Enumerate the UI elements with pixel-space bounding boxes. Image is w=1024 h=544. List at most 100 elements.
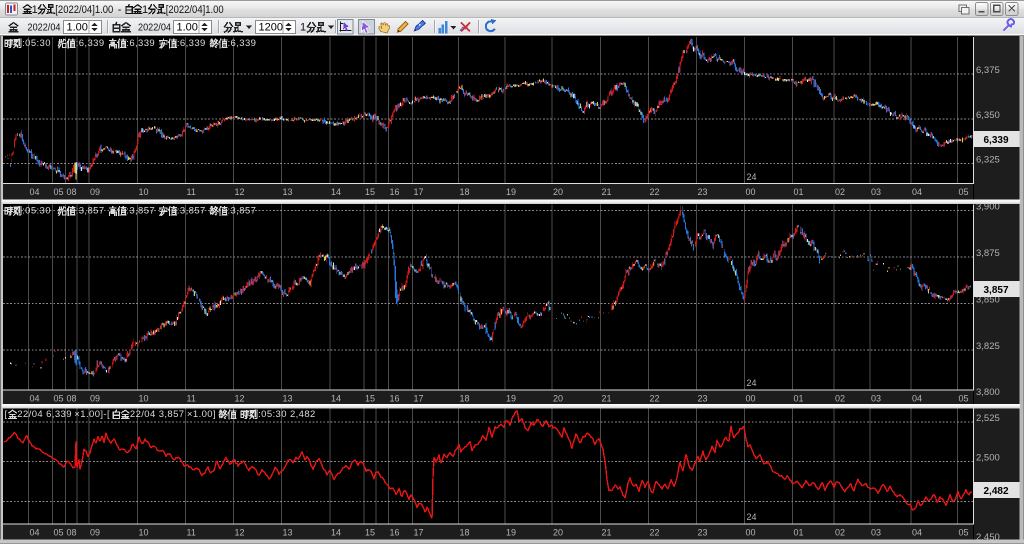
svg-text:08: 08 <box>67 187 77 197</box>
svg-text:21: 21 <box>602 187 612 197</box>
svg-text:2,500: 2,500 <box>976 452 1000 463</box>
svg-text:13: 13 <box>283 528 293 538</box>
svg-text:17: 17 <box>414 528 424 538</box>
svg-text:05: 05 <box>54 528 64 538</box>
svg-text:04: 04 <box>912 187 922 197</box>
svg-text:16: 16 <box>390 394 400 404</box>
svg-text:03: 03 <box>871 528 881 538</box>
svg-text:21: 21 <box>602 394 612 404</box>
svg-text:10: 10 <box>139 528 149 538</box>
svg-text:2,525: 2,525 <box>976 413 1000 424</box>
svg-text:22: 22 <box>650 528 660 538</box>
svg-text:23: 23 <box>698 187 708 197</box>
svg-text:04: 04 <box>30 394 40 404</box>
svg-text:18: 18 <box>460 187 470 197</box>
svg-text:02: 02 <box>835 394 845 404</box>
svg-text::3,857: :3,857 <box>76 206 105 217</box>
svg-text:14: 14 <box>331 528 341 538</box>
svg-text:3,825: 3,825 <box>976 341 1000 352</box>
svg-text:09: 09 <box>90 528 100 538</box>
svg-text:18: 18 <box>460 528 470 538</box>
svg-text:21: 21 <box>602 528 612 538</box>
svg-text:2022/04: 2022/04 <box>28 22 61 34</box>
svg-text:6,325: 6,325 <box>976 155 1000 166</box>
svg-text::3,857: :3,857 <box>177 206 206 217</box>
svg-text:10: 10 <box>139 187 149 197</box>
svg-text:03: 03 <box>871 187 881 197</box>
svg-text:24: 24 <box>747 512 757 522</box>
svg-text:11: 11 <box>187 394 196 404</box>
svg-text:1: 1 <box>32 4 38 16</box>
svg-text:1.00]-[: 1.00]-[ <box>80 409 110 420</box>
svg-text::6,339: :6,339 <box>228 38 257 49</box>
svg-text::05:30: :05:30 <box>22 38 51 49</box>
svg-text:19: 19 <box>506 394 516 404</box>
svg-text:00: 00 <box>746 528 756 538</box>
svg-text:1.00: 1.00 <box>67 22 88 34</box>
svg-text:[2022/04]1.00: [2022/04]1.00 <box>55 4 113 16</box>
svg-text:02: 02 <box>835 528 845 538</box>
svg-text:11: 11 <box>187 528 196 538</box>
svg-text:2,482: 2,482 <box>983 486 1008 497</box>
svg-text:14: 14 <box>331 394 341 404</box>
svg-text:05: 05 <box>959 528 969 538</box>
svg-text:11: 11 <box>187 187 196 197</box>
svg-text:22: 22 <box>650 394 660 404</box>
svg-text:01: 01 <box>794 187 804 197</box>
svg-text:15: 15 <box>365 187 375 197</box>
svg-text:15: 15 <box>365 394 375 404</box>
svg-text:03: 03 <box>871 394 881 404</box>
svg-text:05: 05 <box>54 187 64 197</box>
svg-text:05: 05 <box>959 187 969 197</box>
svg-text:1200: 1200 <box>259 22 283 34</box>
svg-text:24: 24 <box>747 378 757 388</box>
svg-text:3,857: 3,857 <box>983 285 1008 296</box>
svg-text:16: 16 <box>390 187 400 197</box>
svg-text:1: 1 <box>142 4 148 16</box>
svg-text:01: 01 <box>794 394 804 404</box>
svg-text:12: 12 <box>235 187 245 197</box>
svg-text:13: 13 <box>283 394 293 404</box>
svg-text:02: 02 <box>835 187 845 197</box>
svg-text:20: 20 <box>553 528 563 538</box>
svg-text:12: 12 <box>235 394 245 404</box>
svg-text:[2022/04]1.00: [2022/04]1.00 <box>166 4 224 16</box>
svg-text:2022/04: 2022/04 <box>138 22 171 34</box>
svg-text:17: 17 <box>414 187 424 197</box>
svg-text:2,450: 2,450 <box>976 532 1000 543</box>
svg-text:12: 12 <box>235 528 245 538</box>
svg-text::05:30 2,482: :05:30 2,482 <box>258 409 316 420</box>
svg-text:04: 04 <box>912 528 922 538</box>
svg-text:04: 04 <box>30 187 40 197</box>
svg-text:17: 17 <box>414 394 424 404</box>
svg-text:01: 01 <box>794 528 804 538</box>
svg-text:[: [ <box>5 409 8 420</box>
svg-text:10: 10 <box>139 394 149 404</box>
svg-text:22: 22 <box>650 187 660 197</box>
svg-text::6,339: :6,339 <box>126 38 155 49</box>
svg-text:20: 20 <box>553 187 563 197</box>
svg-text::3,857: :3,857 <box>126 206 155 217</box>
svg-text:19: 19 <box>506 187 516 197</box>
svg-text:6,339: 6,339 <box>983 135 1008 146</box>
svg-text::3,857: :3,857 <box>228 206 257 217</box>
svg-text:00: 00 <box>746 394 756 404</box>
svg-text:08: 08 <box>67 528 77 538</box>
svg-text:13: 13 <box>283 187 293 197</box>
svg-text:3,875: 3,875 <box>976 248 1000 259</box>
svg-text:1.00: 1.00 <box>177 22 198 34</box>
svg-text:18: 18 <box>460 394 470 404</box>
svg-text:23: 23 <box>698 528 708 538</box>
svg-text:20: 20 <box>553 394 563 404</box>
svg-text:09: 09 <box>90 394 100 404</box>
svg-text:3,800: 3,800 <box>976 387 1000 398</box>
svg-text:6,350: 6,350 <box>976 110 1000 121</box>
svg-text:14: 14 <box>331 187 341 197</box>
svg-text:00: 00 <box>746 187 756 197</box>
svg-text:-: - <box>118 4 122 16</box>
svg-text:22/04 3,857: 22/04 3,857 <box>130 409 185 420</box>
svg-text:04: 04 <box>30 528 40 538</box>
svg-text:05: 05 <box>959 394 969 404</box>
svg-text:15: 15 <box>365 528 375 538</box>
svg-text:1: 1 <box>300 22 306 34</box>
